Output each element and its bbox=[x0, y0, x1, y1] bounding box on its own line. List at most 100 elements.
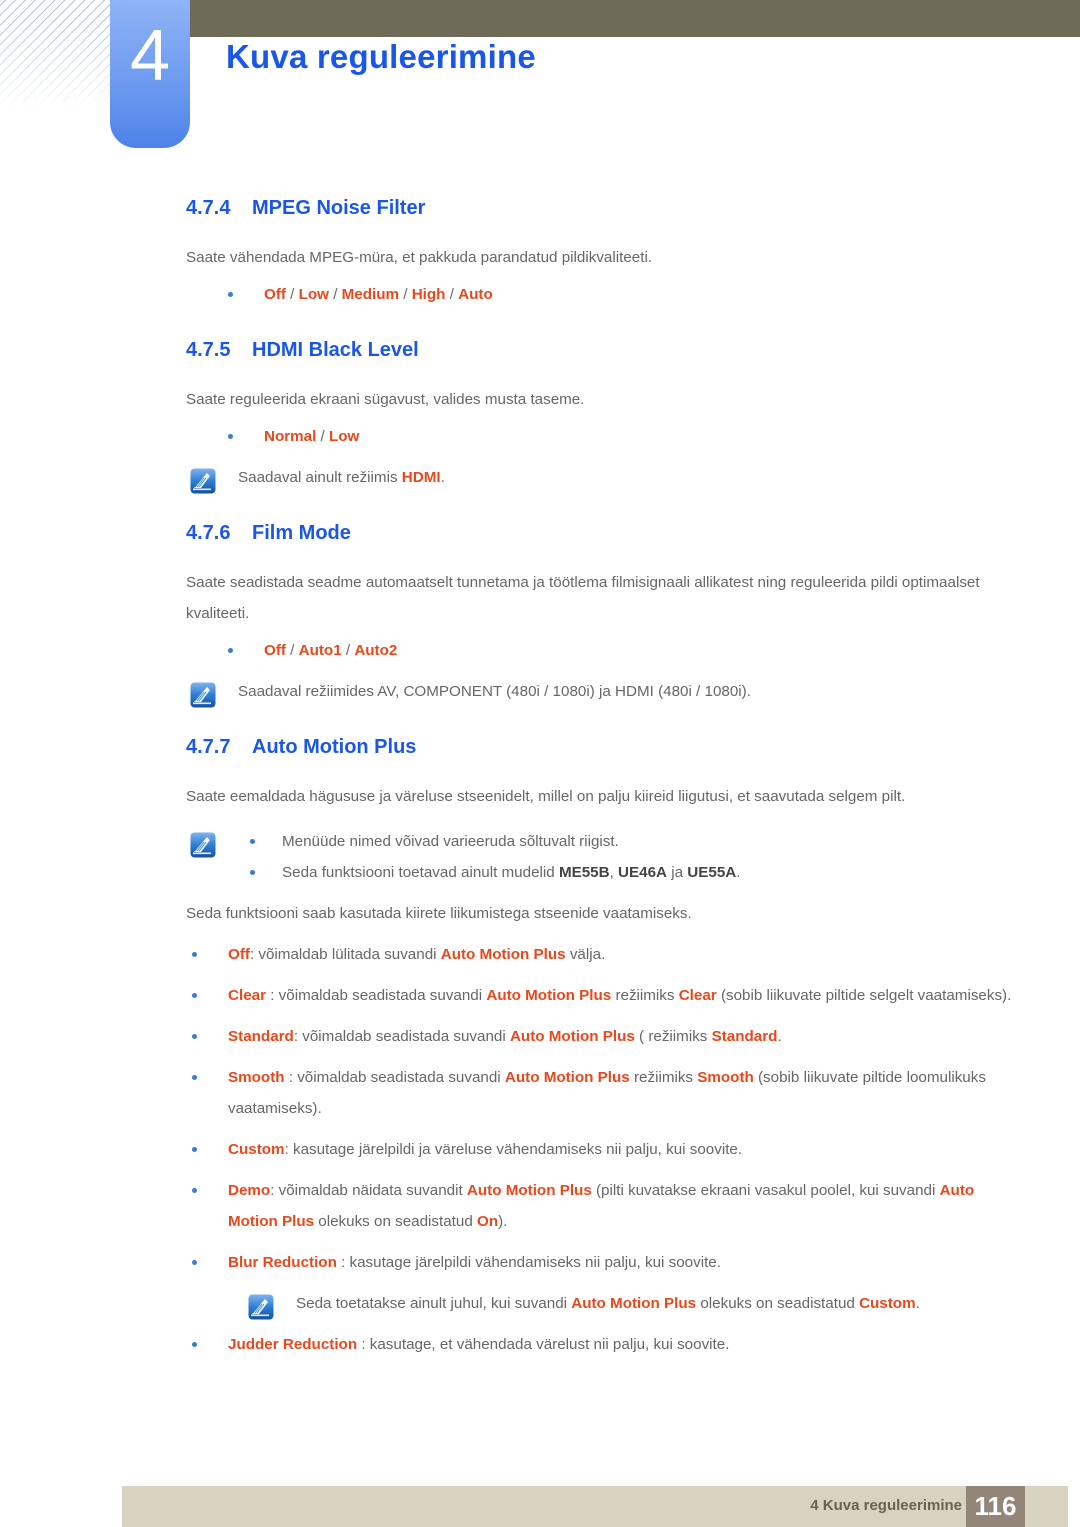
options-list-4-7-4: Off / Low / Medium / High / Auto bbox=[186, 279, 1014, 310]
chapter-number: 4 bbox=[129, 16, 171, 96]
model-me55b: ME55B bbox=[558, 864, 610, 881]
amp-item-blur-reduction: Blur Reduction : kasutage järelpildi väh… bbox=[186, 1247, 1014, 1278]
hatch-decoration bbox=[0, 0, 122, 112]
chapter-number-tab: 4 bbox=[110, 0, 190, 148]
note-highlight: Auto Motion Plus bbox=[571, 1295, 697, 1312]
option-auto: Auto bbox=[458, 286, 493, 303]
amp-highlight: Standard bbox=[711, 1028, 778, 1045]
note-text: . bbox=[736, 864, 741, 881]
amp-text: (sobib liikuvate piltide selgelt vaatami… bbox=[716, 987, 1012, 1004]
amp-highlight: Clear bbox=[678, 987, 717, 1004]
amp-item-smooth: Smooth : võimaldab seadistada suvandi Au… bbox=[186, 1062, 1014, 1124]
note-text-end: . bbox=[440, 469, 445, 486]
section-title: Auto Motion Plus bbox=[252, 736, 417, 758]
option-auto2: Auto2 bbox=[354, 642, 398, 659]
amp-term: Demo bbox=[228, 1182, 271, 1199]
note-film-mode-availability: Saadaval režiimides AV, COMPONENT (480i … bbox=[186, 676, 1014, 708]
amp-highlight: Auto Motion Plus bbox=[509, 1028, 635, 1045]
document-content: 4.7.4 MPEG Noise Filter Saate vähendada M… bbox=[186, 196, 1014, 1360]
section-heading-4-7-4: 4.7.4 MPEG Noise Filter bbox=[186, 196, 1014, 220]
page-title: Kuva reguleerimine bbox=[226, 38, 536, 75]
amp-item-off: Off: võimaldab lülitada suvandi Auto Mot… bbox=[186, 939, 1014, 970]
amp-text: : võimaldab seadistada suvandi bbox=[284, 1069, 505, 1086]
note-text: ja bbox=[667, 864, 688, 881]
amp-highlight: Auto Motion Plus bbox=[440, 946, 566, 963]
auto-motion-plus-body: Seda funktsiooni saab kasutada kiirete l… bbox=[186, 905, 692, 922]
options-list-4-7-5: Normal / Low bbox=[186, 421, 1014, 452]
amp-text: olekuks on seadistatud bbox=[314, 1213, 478, 1230]
note-pencil-icon bbox=[248, 1294, 274, 1320]
note-hdmi-only: Saadaval ainult režiimis HDMI. bbox=[186, 462, 1014, 494]
note-bullet-menu-names: Menüüde nimed võivad varieeruda sõltuval… bbox=[238, 826, 1014, 857]
option-low: Low bbox=[329, 428, 360, 445]
note-text: . bbox=[915, 1295, 920, 1312]
amp-term: Off bbox=[228, 946, 250, 963]
options-list-4-7-6: Off / Auto1 / Auto2 bbox=[186, 635, 1014, 666]
note-bullet-models: Seda funktsiooni toetavad ainult mudelid… bbox=[238, 857, 1014, 888]
amp-term: Custom bbox=[228, 1141, 285, 1158]
amp-item-clear: Clear : võimaldab seadistada suvandi Aut… bbox=[186, 980, 1014, 1011]
amp-text: . bbox=[777, 1028, 782, 1045]
option-high: High bbox=[411, 286, 446, 303]
amp-text: : võimaldab seadistada suvandi bbox=[266, 987, 487, 1004]
amp-term: Clear bbox=[228, 987, 266, 1004]
note-text: , bbox=[609, 864, 619, 881]
section-heading-4-7-6: 4.7.6 Film Mode bbox=[186, 521, 1014, 545]
amp-highlight: Auto Motion Plus bbox=[486, 987, 612, 1004]
section-number: 4.7.7 bbox=[186, 736, 231, 758]
option-off: Off bbox=[264, 286, 286, 303]
section-title: MPEG Noise Filter bbox=[252, 197, 426, 219]
section-title: HDMI Black Level bbox=[252, 339, 419, 361]
note-text: Seda toetatakse ainult juhul, kui suvand… bbox=[296, 1295, 572, 1312]
amp-highlight: Auto Motion Plus bbox=[504, 1069, 630, 1086]
note-text: olekuks on seadistatud bbox=[696, 1295, 860, 1312]
section-number: 4.7.5 bbox=[186, 339, 231, 361]
model-ue55a: UE55A bbox=[687, 864, 737, 881]
section-intro-4-7-7: Saate eemaldada hägususe ja väreluse sts… bbox=[186, 788, 906, 805]
amp-term: Judder Reduction bbox=[228, 1336, 358, 1353]
option-off: Off bbox=[264, 642, 286, 659]
amp-text: ). bbox=[498, 1213, 508, 1230]
section-intro-4-7-5: Saate reguleerida ekraani sügavust, vali… bbox=[186, 391, 585, 408]
header-olive-bar bbox=[190, 0, 1080, 37]
page-number-badge: 116 bbox=[966, 1486, 1025, 1527]
note-text: Saadaval režiimides AV, COMPONENT (480i … bbox=[238, 683, 751, 700]
footer-chapter-label: 4 Kuva reguleerimine bbox=[810, 1497, 962, 1514]
amp-text: : võimaldab lülitada suvandi bbox=[249, 946, 441, 963]
amp-text: : kasutage järelpildi vähendamiseks nii … bbox=[336, 1254, 721, 1271]
amp-term: Smooth bbox=[228, 1069, 285, 1086]
option-low: Low bbox=[298, 286, 329, 303]
note-custom-required: Seda toetatakse ainult juhul, kui suvand… bbox=[186, 1288, 1014, 1320]
amp-item-custom: Custom: kasutage järelpildi ja väreluse … bbox=[186, 1134, 1014, 1165]
note-text: Seda funktsiooni toetavad ainult mudelid bbox=[282, 864, 559, 881]
section-intro-4-7-4: Saate vähendada MPEG-müra, et pakkuda pa… bbox=[186, 249, 653, 266]
amp-term: Blur Reduction bbox=[228, 1254, 337, 1271]
note-text: Saadaval ainult režiimis bbox=[238, 469, 402, 486]
amp-text: režiimiks bbox=[629, 1069, 698, 1086]
note-pencil-icon bbox=[190, 832, 216, 858]
amp-item-standard: Standard: võimaldab seadistada suvandi A… bbox=[186, 1021, 1014, 1052]
amp-text: : kasutage, et vähendada värelust nii pa… bbox=[357, 1336, 730, 1353]
note-highlight-hdmi: HDMI bbox=[401, 469, 441, 486]
amp-text: : võimaldab näidata suvandit bbox=[270, 1182, 467, 1199]
amp-text: : võimaldab seadistada suvandi bbox=[293, 1028, 510, 1045]
option-medium: Medium bbox=[341, 286, 400, 303]
amp-text: : kasutage järelpildi ja väreluse vähend… bbox=[284, 1141, 743, 1158]
section-heading-4-7-5: 4.7.5 HDMI Black Level bbox=[186, 338, 1014, 362]
amp-item-demo: Demo: võimaldab näidata suvandit Auto Mo… bbox=[186, 1175, 1014, 1237]
section-number: 4.7.4 bbox=[186, 197, 231, 219]
note-highlight-custom: Custom bbox=[859, 1295, 916, 1312]
option-auto1: Auto1 bbox=[298, 642, 342, 659]
note-pencil-icon bbox=[190, 682, 216, 708]
option-normal: Normal bbox=[264, 428, 317, 445]
note-pencil-icon bbox=[190, 468, 216, 494]
amp-term: Standard bbox=[228, 1028, 294, 1045]
section-number: 4.7.6 bbox=[186, 522, 231, 544]
note-auto-motion-plus-group: Menüüde nimed võivad varieeruda sõltuval… bbox=[186, 826, 1014, 888]
amp-text: režiimiks bbox=[611, 987, 679, 1004]
section-intro-4-7-6: Saate seadistada seadme automaatselt tun… bbox=[186, 574, 980, 622]
amp-highlight-on: On bbox=[477, 1213, 499, 1230]
amp-highlight: Smooth bbox=[697, 1069, 754, 1086]
model-ue46a: UE46A bbox=[618, 864, 668, 881]
section-heading-4-7-7: 4.7.7 Auto Motion Plus bbox=[186, 735, 1014, 759]
